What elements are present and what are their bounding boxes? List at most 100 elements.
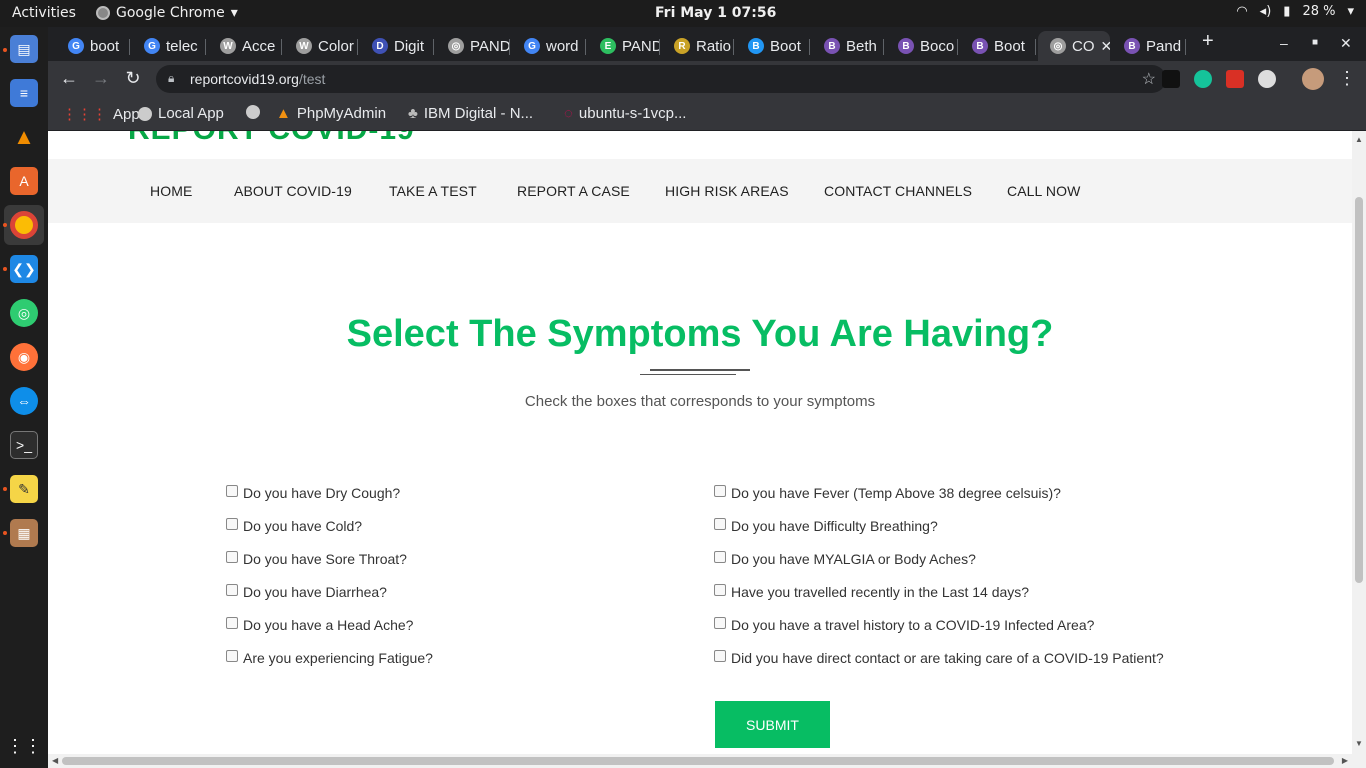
browser-tab[interactable]: W Acce	[208, 31, 282, 61]
bookmark-apps[interactable]: ⋮⋮⋮ Apps	[62, 105, 147, 124]
browser-tab[interactable]: B Boot	[960, 31, 1036, 61]
close-window-icon[interactable]: ✕	[1340, 35, 1352, 52]
vscode-icon[interactable]: ❮❯	[10, 255, 38, 283]
clock[interactable]: Fri May 1 07:56	[655, 5, 776, 21]
symptom-checkbox[interactable]	[714, 650, 726, 662]
minimize-icon[interactable]: –	[1280, 35, 1288, 51]
back-icon[interactable]: ←	[58, 68, 80, 89]
menu-kebab-icon[interactable]: ⋮	[1336, 68, 1358, 89]
bookmark-ubuntu[interactable]: ◌ ubuntu-s-1vcp...	[564, 105, 686, 122]
grammarly-icon[interactable]	[1194, 70, 1212, 88]
symptom-option[interactable]: Do you have Sore Throat?	[226, 551, 407, 567]
text-editor-icon[interactable]: ✎	[10, 475, 38, 503]
scroll-up-icon[interactable]: ▲	[1355, 135, 1363, 144]
symptom-label[interactable]: Did you have direct contact or are takin…	[731, 650, 1164, 666]
bookmark-phpmyadmin[interactable]: ▲ PhpMyAdmin	[276, 105, 386, 122]
symptom-option[interactable]: Do you have a Head Ache?	[226, 617, 413, 633]
symptom-option[interactable]: Are you experiencing Fatigue?	[226, 650, 433, 666]
horizontal-scrollbar[interactable]: ◀ ▶	[48, 754, 1366, 768]
symptom-checkbox[interactable]	[226, 485, 238, 497]
lock-icon[interactable]: 🔒︎	[168, 71, 174, 86]
symptom-label[interactable]: Do you have a travel history to a COVID-…	[731, 617, 1094, 633]
whatsapp-icon[interactable]: ◎	[10, 299, 38, 327]
browser-tab[interactable]: R Ratio	[662, 31, 734, 61]
symptom-option[interactable]: Have you travelled recently in the Last …	[714, 584, 1029, 600]
close-tab-icon[interactable]: ✕	[1101, 38, 1111, 55]
bookmark-star-icon[interactable]: ☆	[1142, 69, 1156, 89]
nav-about[interactable]: ABOUT COVID-19	[234, 183, 352, 199]
symptom-label[interactable]: Do you have Sore Throat?	[243, 551, 407, 567]
site-logo[interactable]: REPORT COVID-19	[128, 131, 415, 147]
symptom-checkbox[interactable]	[226, 650, 238, 662]
browser-tab[interactable]: D Digit	[360, 31, 434, 61]
reload-icon[interactable]: ↻	[122, 68, 144, 89]
bookmark-local-app[interactable]: Local App	[138, 105, 224, 122]
activities-button[interactable]: Activities	[12, 5, 76, 21]
symptom-checkbox[interactable]	[714, 584, 726, 596]
symptom-checkbox[interactable]	[226, 584, 238, 596]
files-icon[interactable]: ▤	[10, 35, 38, 63]
system-tray[interactable]: ◠ ◂) ▮ 28 % ▾	[1236, 4, 1354, 19]
scroll-right-icon[interactable]: ▶	[1342, 756, 1348, 765]
firefox-icon[interactable]: ◉	[10, 343, 38, 371]
extension-badge-icon[interactable]	[1226, 70, 1244, 88]
vlc-icon[interactable]: ▲	[10, 123, 38, 151]
browser-tab[interactable]: W Color	[284, 31, 358, 61]
document-icon[interactable]: ≡	[10, 79, 38, 107]
browser-tab[interactable]: B Beth	[812, 31, 884, 61]
symptom-label[interactable]: Do you have Difficulty Breathing?	[731, 518, 938, 534]
software-icon[interactable]: A	[10, 167, 38, 195]
symptom-option[interactable]: Do you have Fever (Temp Above 38 degree …	[714, 485, 1061, 501]
symptom-checkbox[interactable]	[226, 518, 238, 530]
chrome-icon[interactable]	[10, 211, 38, 239]
forward-icon[interactable]: →	[90, 68, 112, 89]
scroll-left-icon[interactable]: ◀	[52, 756, 58, 765]
bookmark-globe[interactable]	[246, 105, 260, 119]
maximize-icon[interactable]: ■	[1312, 37, 1318, 48]
nav-report-case[interactable]: REPORT A CASE	[517, 183, 630, 199]
symptom-label[interactable]: Do you have Cold?	[243, 518, 362, 534]
nav-high-risk[interactable]: HIGH RISK AREAS	[665, 183, 789, 199]
browser-tab[interactable]: ◎ PAND	[436, 31, 510, 61]
symptom-label[interactable]: Do you have MYALGIA or Body Aches?	[731, 551, 976, 567]
browser-tab[interactable]: ◎ CO ✕	[1038, 31, 1110, 61]
extension-circle-icon[interactable]	[1258, 70, 1276, 88]
teamviewer-icon[interactable]: ⇔	[10, 387, 38, 415]
symptom-label[interactable]: Do you have Dry Cough?	[243, 485, 400, 501]
symptom-checkbox[interactable]	[714, 485, 726, 497]
symptom-checkbox[interactable]	[714, 617, 726, 629]
symptom-checkbox[interactable]	[226, 551, 238, 563]
scrollbar-thumb[interactable]	[1355, 197, 1363, 583]
symptom-option[interactable]: Do you have a travel history to a COVID-…	[714, 617, 1094, 633]
browser-tab[interactable]: Gtelec	[132, 31, 206, 61]
symptom-option[interactable]: Do you have Difficulty Breathing?	[714, 518, 938, 534]
avatar[interactable]	[1302, 68, 1324, 90]
browser-tab[interactable]: E PAND	[588, 31, 660, 61]
terminal-icon[interactable]: >_	[10, 431, 38, 459]
submit-button[interactable]: SUBMIT	[715, 701, 830, 748]
symptom-checkbox[interactable]	[714, 518, 726, 530]
symptom-checkbox[interactable]	[714, 551, 726, 563]
extension-cube-icon[interactable]	[1162, 70, 1180, 88]
vertical-scrollbar[interactable]: ▲ ▼	[1352, 131, 1366, 754]
scrollbar-thumb[interactable]	[62, 757, 1334, 765]
symptom-label[interactable]: Are you experiencing Fatigue?	[243, 650, 433, 666]
app-grid-icon[interactable]: ⋮⋮	[6, 732, 42, 760]
nav-call-now[interactable]: CALL NOW	[1007, 183, 1080, 199]
nav-contact[interactable]: CONTACT CHANNELS	[824, 183, 972, 199]
url-text[interactable]: reportcovid19.org/test	[190, 71, 325, 87]
symptom-option[interactable]: Did you have direct contact or are takin…	[714, 650, 1164, 666]
symptom-label[interactable]: Do you have Diarrhea?	[243, 584, 387, 600]
scroll-down-icon[interactable]: ▼	[1355, 739, 1363, 748]
browser-tab[interactable]: B Pand	[1112, 31, 1186, 61]
symptom-label[interactable]: Do you have Fever (Temp Above 38 degree …	[731, 485, 1061, 501]
symptom-label[interactable]: Do you have a Head Ache?	[243, 617, 413, 633]
nav-take-test[interactable]: TAKE A TEST	[389, 183, 477, 199]
symptom-option[interactable]: Do you have Dry Cough?	[226, 485, 400, 501]
browser-tab[interactable]: Gword	[512, 31, 586, 61]
new-tab-icon[interactable]: +	[1202, 30, 1214, 53]
browser-tab[interactable]: Gboot	[56, 31, 130, 61]
nav-home[interactable]: HOME	[150, 183, 192, 199]
browser-tab[interactable]: B Boco	[886, 31, 958, 61]
symptom-option[interactable]: Do you have Cold?	[226, 518, 362, 534]
